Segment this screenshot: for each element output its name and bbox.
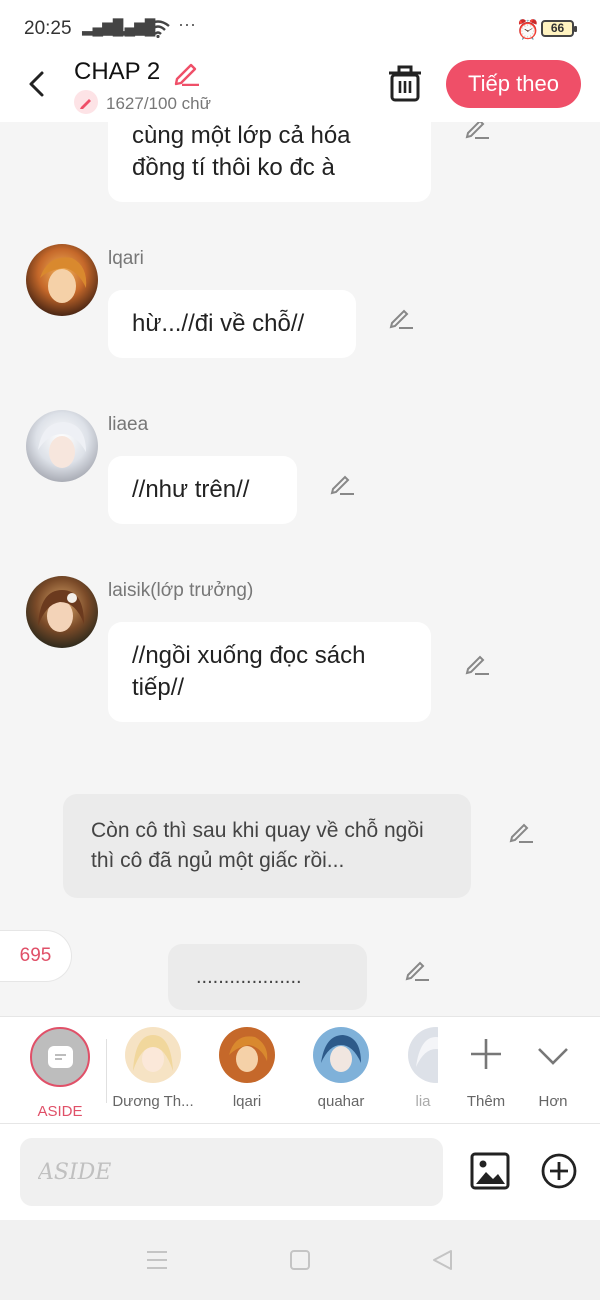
avatar[interactable] <box>26 244 98 316</box>
more-status-icon: ··· <box>178 14 196 34</box>
menu-icon[interactable] <box>146 1250 168 1270</box>
message-bubble[interactable]: //ngồi xuống đọc sách tiếp// <box>108 622 431 722</box>
wifi-icon <box>146 20 170 38</box>
message-bubble[interactable]: hừ...//đi về chỗ// <box>108 290 356 358</box>
message-bubble[interactable]: cùng một lớp cả hóa đồng tí thôi ko đc à <box>108 122 431 202</box>
character-label: ASIDE <box>37 1103 83 1120</box>
add-plus-icon[interactable] <box>540 1152 578 1190</box>
edit-message-icon[interactable] <box>404 956 430 982</box>
editor-header: CHAP 2 1627/100 chữ Tiếp theo <box>0 56 600 122</box>
system-nav-bar <box>0 1220 600 1300</box>
back-button[interactable] <box>22 68 54 100</box>
next-button[interactable]: Tiếp theo <box>446 60 581 108</box>
character-lia[interactable]: lia <box>378 1027 438 1110</box>
status-bar: 20:25 ▂▄▆█ ▂▄▆█ ··· ⏰ 66 <box>0 0 600 56</box>
avatar <box>125 1027 181 1083</box>
trash-icon[interactable] <box>388 64 422 102</box>
chevron-down-icon <box>538 1048 568 1065</box>
character-label: quahar <box>317 1093 365 1110</box>
avatar[interactable] <box>26 410 98 482</box>
status-time: 20:25 <box>24 18 72 39</box>
avatar <box>408 1027 438 1083</box>
character-selector: ASIDE Dương Th... lqari quahar lia Thêm … <box>0 1016 600 1124</box>
edit-title-icon[interactable] <box>172 58 200 86</box>
aside-icon <box>30 1027 90 1087</box>
plus-icon <box>471 1039 501 1069</box>
character-lqari[interactable]: lqari <box>202 1027 292 1110</box>
divider <box>106 1039 107 1103</box>
chat-area[interactable]: cùng một lớp cả hóa đồng tí thôi ko đc à… <box>0 122 600 1016</box>
message-bubble[interactable]: //như trên// <box>108 456 297 524</box>
word-count-badge[interactable]: 695 <box>0 930 72 982</box>
edit-message-icon[interactable] <box>464 122 490 140</box>
character-name: laisik(lớp trưởng) <box>108 580 254 601</box>
character-name: lqari <box>108 248 144 269</box>
avatar[interactable] <box>26 576 98 648</box>
character-label: lia <box>415 1093 431 1110</box>
edit-message-icon[interactable] <box>464 650 490 676</box>
more-characters-button[interactable]: Hơn <box>508 1027 598 1110</box>
edit-message-icon[interactable] <box>388 304 414 330</box>
chevron-left-icon <box>29 71 44 97</box>
back-nav-icon[interactable] <box>431 1249 453 1271</box>
word-count: 1627/100 chữ <box>106 94 211 113</box>
alarm-icon: ⏰ <box>516 20 540 41</box>
battery-icon: 66 <box>541 20 577 37</box>
avatar <box>219 1027 275 1083</box>
word-count-icon <box>74 90 98 114</box>
message-input[interactable] <box>20 1138 443 1206</box>
image-icon[interactable] <box>470 1152 510 1190</box>
character-name: liaea <box>108 414 149 435</box>
chapter-title[interactable]: CHAP 2 <box>74 58 160 86</box>
character-label: Dương Th... <box>112 1093 194 1110</box>
character-quahar[interactable]: quahar <box>296 1027 386 1110</box>
home-icon[interactable] <box>289 1249 311 1271</box>
narration-bubble[interactable]: ................... <box>168 944 367 1010</box>
input-row <box>0 1124 600 1220</box>
edit-message-icon[interactable] <box>508 818 534 844</box>
edit-message-icon[interactable] <box>329 470 355 496</box>
character-duong[interactable]: Dương Th... <box>108 1027 198 1110</box>
avatar <box>313 1027 369 1083</box>
more-label: Hơn <box>538 1093 568 1110</box>
narration-bubble[interactable]: Còn cô thì sau khi quay về chỗ ngồi thì … <box>63 794 471 898</box>
character-label: lqari <box>232 1093 262 1110</box>
character-aside[interactable]: ASIDE <box>15 1027 105 1120</box>
